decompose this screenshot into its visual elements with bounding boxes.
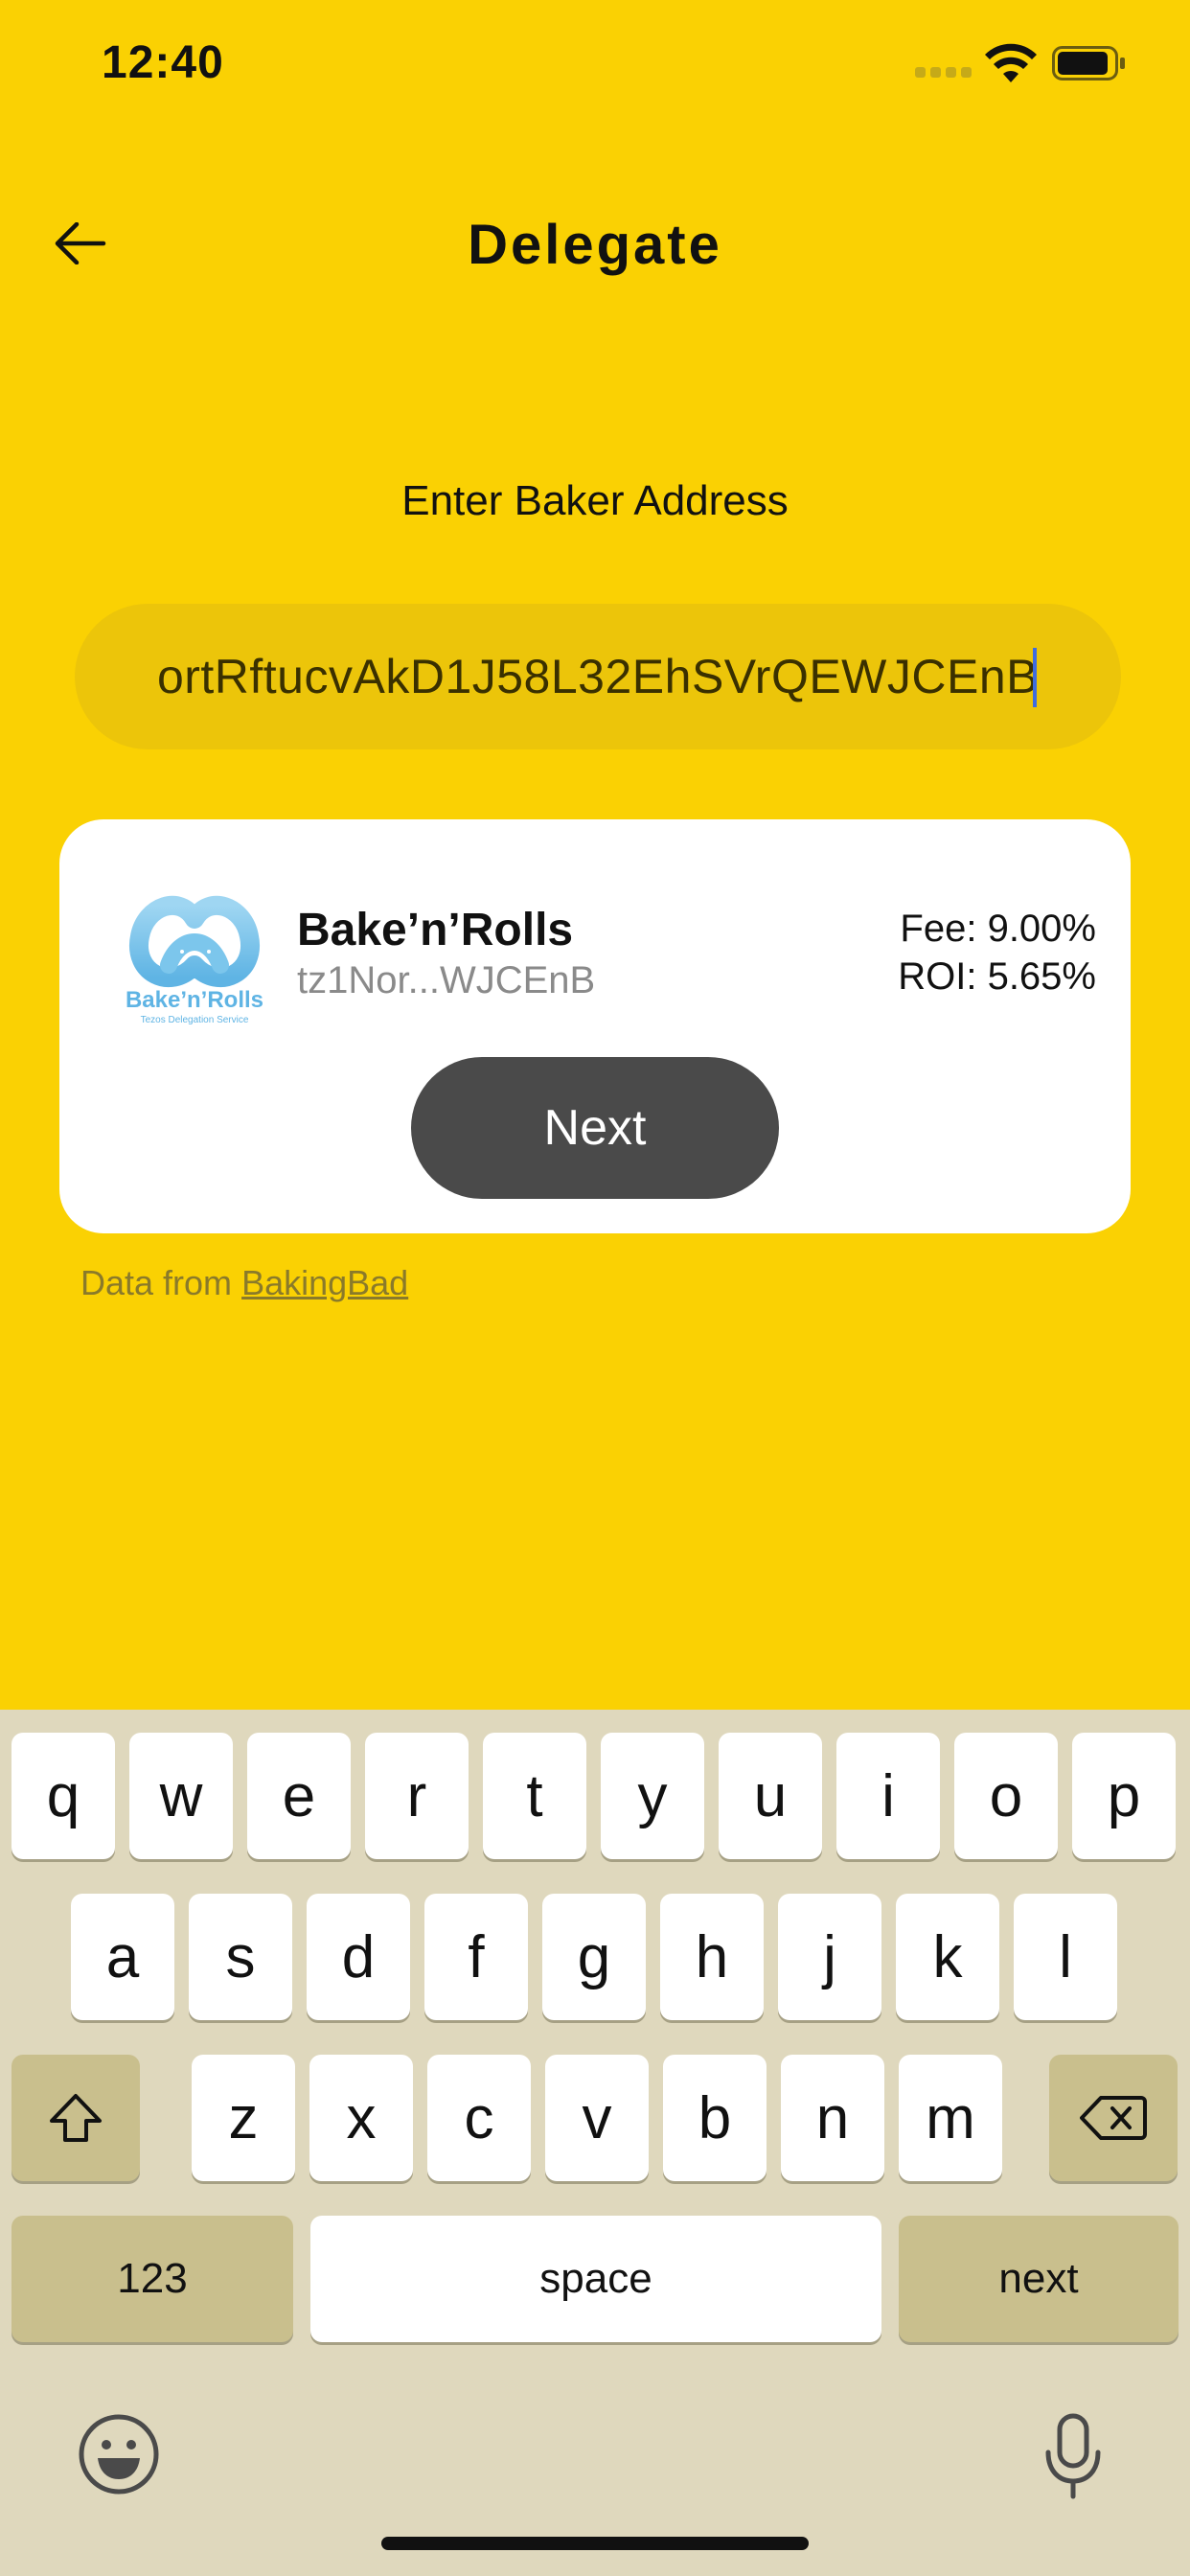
key-y[interactable]: y (601, 1733, 704, 1859)
bakingbad-link[interactable]: BakingBad (241, 1263, 408, 1302)
key-a[interactable]: a (71, 1894, 174, 2020)
baker-logo: Bake’n’Rolls Tezos Delegation Service (126, 895, 263, 1025)
shift-key[interactable] (11, 2055, 140, 2181)
baker-address-input[interactable]: ortRftucvAkD1J58L32EhSVrQEWJCEnB (75, 604, 1121, 749)
key-m[interactable]: m (899, 2055, 1002, 2181)
baker-address-label: Enter Baker Address (401, 477, 789, 524)
key-o[interactable]: o (954, 1733, 1058, 1859)
keyboard: 123 space next qwertyuiop asdfghjkl zxcvbn… (0, 1710, 1190, 2576)
key-x[interactable]: x (309, 2055, 413, 2181)
key-b[interactable]: b (663, 2055, 767, 2181)
space-key[interactable]: space (310, 2216, 881, 2342)
key-e[interactable]: e (247, 1733, 351, 1859)
key-u[interactable]: u (719, 1733, 822, 1859)
battery-icon (1052, 46, 1125, 80)
status-bar: 12:40 (0, 0, 1190, 125)
key-l[interactable]: l (1014, 1894, 1117, 2020)
baker-name: Bake’n’Rolls (297, 905, 574, 955)
key-v[interactable]: v (545, 2055, 649, 2181)
numbers-key[interactable]: 123 (11, 2216, 293, 2342)
key-c[interactable]: c (427, 2055, 531, 2181)
key-w[interactable]: w (129, 1733, 233, 1859)
emoji-icon[interactable] (77, 2412, 161, 2496)
key-s[interactable]: s (189, 1894, 292, 2020)
key-t[interactable]: t (483, 1733, 586, 1859)
microphone-icon[interactable] (1042, 2412, 1104, 2500)
key-j[interactable]: j (778, 1894, 881, 2020)
key-q[interactable]: q (11, 1733, 115, 1859)
text-caret (1033, 648, 1037, 707)
key-p[interactable]: p (1072, 1733, 1176, 1859)
data-source-prefix: Data from (80, 1263, 233, 1302)
baker-fee: Fee: 9.00% (900, 908, 1096, 950)
key-r[interactable]: r (365, 1733, 469, 1859)
cellular-signal-icon (915, 67, 973, 80)
key-d[interactable]: d (307, 1894, 410, 2020)
shift-icon (50, 2094, 102, 2142)
key-f[interactable]: f (424, 1894, 528, 2020)
key-n[interactable]: n (781, 2055, 884, 2181)
baker-roi: ROI: 5.65% (898, 955, 1096, 998)
baker-address-value[interactable]: ortRftucvAkD1J58L32EhSVrQEWJCEnB (157, 646, 1039, 707)
wifi-icon (985, 43, 1037, 82)
delete-key[interactable] (1049, 2055, 1178, 2181)
next-button[interactable]: Next (411, 1057, 779, 1199)
key-g[interactable]: g (542, 1894, 646, 2020)
key-z[interactable]: z (192, 2055, 295, 2181)
status-time: 12:40 (102, 37, 224, 88)
key-k[interactable]: k (896, 1894, 999, 2020)
baker-logo-wordmark: Bake’n’Rolls (126, 987, 263, 1013)
delete-icon (1080, 2096, 1147, 2140)
key-h[interactable]: h (660, 1894, 764, 2020)
baker-logo-tagline: Tezos Delegation Service (141, 1015, 249, 1025)
page-title: Delegate (468, 214, 722, 276)
baker-address-short: tz1Nor...WJCEnB (297, 959, 596, 1001)
home-indicator (381, 2537, 809, 2550)
baker-card: Bake’n’Rolls Tezos Delegation Service Ba… (59, 819, 1131, 1233)
key-i[interactable]: i (836, 1733, 940, 1859)
data-source: Data from BakingBad (80, 1263, 408, 1303)
next-key[interactable]: next (899, 2216, 1179, 2342)
